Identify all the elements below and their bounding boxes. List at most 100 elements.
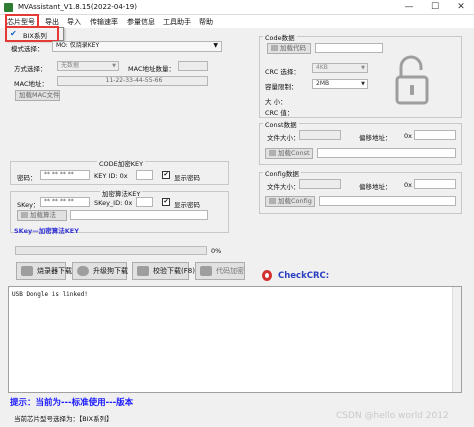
menu-import[interactable]: 导入 bbox=[67, 17, 81, 27]
maximize-button[interactable]: ☐ bbox=[422, 1, 448, 14]
config-offset-prefix: 0x bbox=[404, 181, 412, 189]
const-data-title: Const数据 bbox=[263, 119, 299, 129]
chevron-down-icon: ▼ bbox=[112, 63, 116, 69]
verify-icon bbox=[137, 266, 149, 276]
verify-download-button[interactable]: 校验下载(F8) bbox=[132, 262, 195, 280]
mac-count-input[interactable] bbox=[178, 61, 208, 71]
skey-note: SKey—加密算法KEY bbox=[14, 227, 79, 235]
skey-id-label: SKey_ID: 0x bbox=[94, 199, 133, 207]
chip-model-dropdown[interactable]: ✔ BIX系列 bbox=[6, 27, 64, 41]
checkmark-icon: ✔ bbox=[10, 29, 17, 38]
load-config-label: 加载Config bbox=[278, 197, 312, 205]
load-algorithm-button[interactable]: 加载算法 bbox=[17, 210, 67, 221]
config-offset-label: 偏移地址： bbox=[359, 183, 392, 191]
progress-bar bbox=[15, 246, 207, 255]
chip-option-bix[interactable]: BIX系列 bbox=[23, 30, 47, 40]
close-button[interactable]: ✕ bbox=[448, 1, 474, 14]
upgrade-download-label: 升级狗下载 bbox=[93, 267, 128, 275]
mode-select[interactable]: MO: 仅烧录KEY ▼ bbox=[52, 41, 222, 52]
folder-icon bbox=[269, 198, 276, 204]
menu-help[interactable]: 帮助 bbox=[199, 17, 213, 27]
config-path-input[interactable] bbox=[319, 196, 456, 206]
skey-id-input[interactable] bbox=[136, 197, 153, 207]
password-label: 密码： bbox=[17, 174, 37, 182]
key-id-label: KEY ID: 0x bbox=[94, 172, 128, 180]
capacity-select[interactable]: 2MB ▼ bbox=[312, 79, 368, 89]
verify-download-label: 校验下载(F8) bbox=[153, 267, 195, 275]
menu-chip-model[interactable]: 芯片型号 bbox=[7, 17, 35, 27]
key-id-input[interactable] bbox=[136, 170, 153, 180]
burner-download-button[interactable]: 烧录器下载 bbox=[16, 262, 72, 280]
skey-label: SKey： bbox=[17, 201, 40, 209]
code-key-title: CODE加密KEY bbox=[97, 158, 146, 168]
show-password-label: 显示密码 bbox=[174, 174, 200, 182]
crc-select-value: 4KB bbox=[316, 64, 328, 71]
mac-input[interactable]: 11-22-33-44-55-66 bbox=[57, 76, 208, 86]
const-offset-prefix: 0x bbox=[404, 132, 412, 140]
menu-tool-assistant[interactable]: 工具助手 bbox=[163, 17, 191, 27]
config-file-size-label: 文件大小： bbox=[267, 183, 300, 191]
chevron-down-icon: ▼ bbox=[361, 65, 365, 71]
crc-value-label: CRC 值： bbox=[265, 109, 294, 117]
capacity-label: 容量限制： bbox=[265, 83, 298, 91]
menu-parameter-info[interactable]: 参量信息 bbox=[127, 17, 155, 27]
mac-count-label: MAC地址数量： bbox=[128, 65, 175, 73]
encrypt-icon bbox=[200, 266, 212, 276]
config-offset-input[interactable] bbox=[414, 179, 456, 189]
folder-icon bbox=[271, 45, 278, 51]
unlocked-padlock-icon bbox=[395, 55, 429, 105]
menu-transfer-rate[interactable]: 传输速率 bbox=[90, 17, 118, 27]
log-line: USB Dongle is linked! bbox=[12, 291, 88, 298]
burner-icon bbox=[21, 266, 33, 276]
upgrade-dongle-download-button[interactable]: 升级狗下载 bbox=[72, 262, 128, 280]
title-bar: MVAssistant_V1.8.15(2022-04-19) — ☐ ✕ bbox=[0, 0, 474, 15]
app-icon bbox=[4, 3, 13, 12]
algorithm-path-input[interactable] bbox=[70, 210, 208, 220]
load-code-label: 加载代码 bbox=[280, 44, 306, 52]
upgrade-icon bbox=[77, 266, 89, 276]
const-file-size-label: 文件大小： bbox=[267, 134, 300, 142]
load-config-button[interactable]: 加载Config bbox=[265, 196, 315, 207]
checkcrc-label: CheckCRC: bbox=[278, 271, 330, 281]
capacity-select-value: 2MB bbox=[316, 80, 330, 87]
skey-input[interactable]: ** ** ** ** bbox=[40, 197, 90, 207]
code-encrypt-button[interactable]: 代码加密 bbox=[195, 262, 245, 280]
load-algorithm-label: 加载算法 bbox=[30, 211, 56, 219]
password-input[interactable]: ** ** ** ** bbox=[40, 170, 90, 180]
code-data-title: Code数据 bbox=[263, 32, 297, 42]
const-offset-input[interactable] bbox=[414, 130, 456, 140]
folder-icon bbox=[269, 150, 276, 156]
log-output[interactable]: USB Dongle is linked! bbox=[8, 286, 462, 393]
const-offset-label: 偏移地址： bbox=[359, 134, 392, 142]
menu-export[interactable]: 导出 bbox=[45, 17, 59, 27]
config-file-size-input bbox=[299, 179, 341, 189]
current-chip-status: 当前芯片型号选择为：【BIX系列】 bbox=[14, 415, 113, 423]
show-password-checkbox[interactable]: ✔ bbox=[162, 171, 170, 179]
load-mac-file-button[interactable]: 加载MAC文件 bbox=[15, 90, 60, 101]
version-hint: 提示：当前为---标准使用---版本 bbox=[10, 398, 134, 408]
crc-select[interactable]: 4KB ▼ bbox=[312, 63, 368, 73]
scheme-label: 方式选择： bbox=[14, 65, 47, 73]
load-const-button[interactable]: 加载Const bbox=[265, 148, 313, 159]
chevron-down-icon: ▼ bbox=[361, 81, 365, 87]
chevron-down-icon: ▼ bbox=[213, 42, 218, 49]
red-circle-icon bbox=[262, 270, 272, 281]
load-code-button[interactable]: 加载代码 bbox=[267, 43, 311, 54]
menu-bar: 芯片型号 导出 导入 传输速率 参量信息 工具助手 帮助 bbox=[0, 15, 474, 28]
crc-select-label: CRC 选择： bbox=[265, 68, 300, 76]
burner-download-label: 烧录器下载 bbox=[37, 267, 72, 275]
watermark: CSDN @hello world 2012 bbox=[336, 411, 449, 421]
folder-icon bbox=[21, 212, 28, 218]
minimize-button[interactable]: — bbox=[396, 1, 422, 14]
log-scrollbar[interactable] bbox=[452, 287, 461, 392]
show-skey-label: 显示密码 bbox=[174, 201, 200, 209]
const-path-input[interactable] bbox=[317, 148, 456, 158]
show-skey-checkbox[interactable]: ✔ bbox=[162, 198, 170, 206]
code-path-input[interactable] bbox=[315, 43, 383, 53]
size-label: 大 小： bbox=[265, 98, 287, 106]
mac-label: MAC地址： bbox=[14, 80, 48, 88]
scheme-select[interactable]: 无数据 ▼ bbox=[57, 61, 119, 71]
window-title: MVAssistant_V1.8.15(2022-04-19) bbox=[18, 3, 137, 11]
mode-select-value: MO: 仅烧录KEY bbox=[56, 42, 100, 49]
config-data-title: Config数据 bbox=[263, 168, 301, 178]
